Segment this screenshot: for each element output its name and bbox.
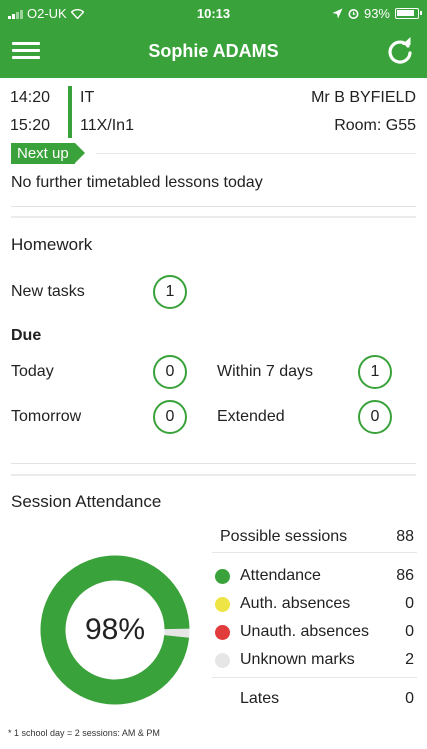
due-within-7-days-count[interactable]: 1	[358, 355, 392, 389]
lates-row: Lates 0	[212, 686, 417, 714]
lesson-subject: IT	[80, 89, 95, 106]
auth-absence-dot-icon	[215, 597, 230, 612]
unknown-marks-dot-icon	[215, 653, 230, 668]
extended-label: Extended	[217, 408, 285, 425]
legend-label: Unauth. absences	[240, 623, 369, 640]
lesson-room: Room: G55	[334, 117, 416, 134]
divider	[11, 206, 416, 207]
lesson-end-time: 15:20	[10, 117, 51, 134]
legend-label: Attendance	[240, 567, 321, 584]
student-name: Sophie ADAMS	[148, 41, 279, 61]
battery-percent: 93%	[363, 6, 390, 21]
new-tasks-label: New tasks	[11, 283, 85, 300]
status-bar: O2-UK 10:13 93%	[0, 0, 427, 26]
refresh-icon[interactable]	[385, 36, 415, 66]
legend-value: 0	[405, 623, 414, 640]
possible-sessions-row: Possible sessions 88	[212, 524, 417, 552]
lesson-class: 11X/In1	[80, 117, 134, 134]
legend-row-attendance: Attendance 86	[212, 563, 417, 591]
new-tasks-count[interactable]: 1	[153, 275, 187, 309]
lates-label: Lates	[240, 690, 280, 707]
lesson-start-time: 14:20	[10, 89, 51, 106]
lates-value: 0	[405, 690, 414, 707]
next-up-label: Next up	[11, 143, 85, 164]
divider	[212, 677, 417, 678]
due-tomorrow-count[interactable]: 0	[153, 400, 187, 434]
divider	[11, 216, 416, 218]
lesson-teacher: Mr B BYFIELD	[311, 89, 416, 106]
due-tomorrow-label: Tomorrow	[11, 408, 82, 425]
legend-row-auth-absences: Auth. absences 0	[212, 591, 417, 619]
legend-label: Auth. absences	[240, 595, 351, 612]
current-lesson[interactable]: 14:20 15:20 IT 11X/In1 Mr B BYFIELD Room…	[10, 84, 416, 140]
battery-icon	[395, 8, 422, 19]
top-bar: O2-UK 10:13 93% Sophie ADAMS	[0, 0, 427, 78]
legend-row-unauth-absences: Unauth. absences 0	[212, 619, 417, 647]
due-heading: Due	[11, 327, 42, 344]
attendance-percent: 98%	[84, 613, 146, 646]
due-today-count[interactable]: 0	[153, 355, 187, 389]
alarm-icon	[348, 9, 359, 19]
lesson-indicator-bar	[68, 86, 72, 138]
possible-sessions-value: 88	[396, 528, 414, 545]
divider	[96, 153, 416, 154]
legend-value: 86	[396, 567, 414, 584]
possible-sessions-label: Possible sessions	[220, 528, 348, 545]
legend-row-unknown-marks: Unknown marks 2	[212, 647, 417, 675]
app-header: Sophie ADAMS	[0, 26, 427, 78]
legend-label: Unknown marks	[240, 651, 355, 668]
homework-title: Homework	[11, 235, 93, 254]
attendance-dot-icon	[215, 569, 230, 584]
due-within-7-days-label: Within 7 days	[217, 363, 314, 380]
unauth-absence-dot-icon	[215, 625, 230, 640]
due-today-label: Today	[11, 363, 54, 380]
attendance-title: Session Attendance	[11, 492, 162, 511]
sessions-footnote: * 1 school day = 2 sessions: AM & PM	[8, 728, 160, 738]
next-up-message: No further timetabled lessons today	[11, 174, 263, 191]
divider	[212, 552, 417, 553]
legend-value: 0	[405, 595, 414, 612]
legend-value: 2	[405, 651, 414, 668]
location-icon	[332, 8, 343, 19]
extended-count[interactable]: 0	[358, 400, 392, 434]
next-up-tag: Next up	[11, 143, 85, 164]
divider	[11, 463, 416, 464]
divider	[11, 474, 416, 476]
